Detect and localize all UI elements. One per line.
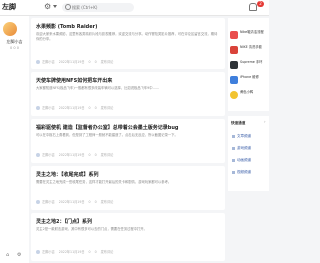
comment-link[interactable]: 发布评论 <box>101 153 114 157</box>
post-summary: 大家都知道NFS(极品飞车)一般都有很多改装车辆可以选择，比如说极品飞车9中…… <box>36 86 160 90</box>
comment-link[interactable]: 发布评论 <box>101 106 114 110</box>
site-logo[interactable]: 左脚 <box>2 2 16 12</box>
left-sidebar: 左脚小吉 0 0 0 ⌂ ⚙ <box>0 16 29 263</box>
username[interactable]: 左脚小吉 <box>0 39 29 45</box>
author-avatar <box>36 106 40 110</box>
post-card[interactable]: 灵主之地2：【门点】系列 灵主2是一款射击游戏，其中有很多可以去的门点，需要在任… <box>31 213 225 261</box>
quick-link-label[interactable]: 游戏频道 <box>237 146 251 150</box>
recommend-item[interactable]: NIKE 清洗手套 <box>230 45 268 57</box>
search-box[interactable] <box>62 3 134 12</box>
link-bullet-icon <box>232 158 235 162</box>
gear-icon[interactable]: ⚙ <box>44 2 51 11</box>
quick-link[interactable]: 游戏频道 <box>232 146 251 151</box>
right-sidebar: Nike鞋清洁流程 NIKE 清洗手套 Supreme 手环 iPhone 维修… <box>228 16 269 263</box>
bell-icon[interactable] <box>249 3 257 11</box>
product-thumbnail-icon <box>230 61 238 69</box>
like-count[interactable]: 0 <box>95 250 97 254</box>
post-author[interactable]: 左脚小吉 <box>42 153 55 157</box>
comment-link[interactable]: 发布评论 <box>101 60 114 64</box>
recommend-text[interactable]: Supreme 手环 <box>240 60 268 64</box>
search-icon <box>65 4 71 10</box>
post-meta: 左脚小吉 2022年11月19日 0 0 发布评论 <box>36 249 117 254</box>
post-title[interactable]: 福彩驱使机 建造【监督者办公室】总带着公会墨土版务记录bug <box>36 124 178 131</box>
comment-link[interactable]: 发布评论 <box>101 200 114 204</box>
link-bullet-icon <box>232 170 235 174</box>
post-card[interactable]: 天使车牌使用NFS如何把车开出来 大家都知道NFS(极品飞车)一般都有很多改装车… <box>31 72 225 116</box>
notification-badge: 2 <box>257 1 264 7</box>
user-stats: 0 0 0 <box>10 46 19 50</box>
chevron-down-icon[interactable] <box>53 5 57 8</box>
view-count: 0 <box>88 153 91 157</box>
post-card[interactable]: 福彩驱使机 建造【监督者办公室】总带着公会墨土版务记录bug 可以在中枢右上角看… <box>31 119 225 163</box>
post-title[interactable]: 水果频影 (Tomb Raider) <box>36 23 97 30</box>
post-summary: 需要在灵主之地完成一些收尾任务，这样才能打开最后的关卡和剧情，游戏玩家都可以参考… <box>36 180 172 184</box>
recommend-item[interactable]: Supreme 手环 <box>230 60 268 72</box>
quick-links-title: 快速通道 <box>231 121 246 125</box>
link-bullet-icon <box>232 146 235 150</box>
recommend-text[interactable]: Nike鞋清洁流程 <box>240 30 268 34</box>
author-avatar <box>36 200 40 204</box>
like-count[interactable]: 0 <box>95 153 97 157</box>
post-meta: 左脚小吉 2022年11月19日 0 0 发布评论 <box>36 152 117 157</box>
view-count: 0 <box>88 200 91 204</box>
link-bullet-icon <box>232 134 235 138</box>
view-count: 0 <box>88 60 91 64</box>
avatar[interactable] <box>3 22 17 36</box>
post-title[interactable]: 灵主之地2：【门点】系列 <box>36 218 92 225</box>
quick-link[interactable]: 文章频道 <box>232 134 251 139</box>
post-summary: 可以在中枢右上角看到，但是到了工程师一般就不能建造了。点击后无反应，所以截图记录… <box>36 133 178 137</box>
like-count[interactable]: 0 <box>95 106 97 110</box>
view-count: 0 <box>88 250 91 254</box>
post-date: 2022年11月19日 <box>58 153 85 157</box>
post-author[interactable]: 左脚小吉 <box>42 60 55 64</box>
recommend-text[interactable]: NIKE 清洗手套 <box>240 45 268 49</box>
author-avatar <box>36 250 40 254</box>
recommend-item[interactable]: 黄色小鸭 <box>230 90 268 102</box>
recommend-text[interactable]: iPhone 维修 <box>240 75 268 79</box>
product-thumbnail-icon <box>230 31 238 39</box>
author-avatar <box>36 153 40 157</box>
product-thumbnail-icon <box>230 46 238 54</box>
post-summary: 灵主2是一款射击游戏，其中有很多可以去的门点，需要在任务过程中打开。 <box>36 227 147 231</box>
like-count[interactable]: 0 <box>95 200 97 204</box>
post-date: 2022年11月19日 <box>58 200 85 204</box>
post-summary: 欢迎大家来水果频影，这里有各类精彩片段与影视推荐，欢迎交流与分享。动作冒险类影片… <box>36 32 218 41</box>
comment-link[interactable]: 发布评论 <box>101 250 114 254</box>
quick-link-label[interactable]: 文章频道 <box>237 134 251 138</box>
recommend-text[interactable]: 黄色小鸭 <box>240 90 268 94</box>
product-thumbnail-icon <box>230 76 238 84</box>
view-count: 0 <box>88 106 91 110</box>
post-meta: 左脚小吉 2022年11月19日 0 0 发布评论 <box>36 199 117 204</box>
post-date: 2022年11月19日 <box>58 250 85 254</box>
quick-links-panel: 快速通道 › 文章频道 游戏频道 动画频道 视频频道 <box>228 116 269 191</box>
post-date: 2022年11月19日 <box>58 106 85 110</box>
like-count[interactable]: 0 <box>95 60 97 64</box>
home-icon[interactable]: ⌂ <box>6 252 9 258</box>
author-avatar <box>36 60 40 64</box>
post-author[interactable]: 左脚小吉 <box>42 250 55 254</box>
post-card[interactable]: 水果频影 (Tomb Raider) 欢迎大家来水果频影，这里有各类精彩片段与影… <box>31 18 225 69</box>
post-meta: 左脚小吉 2022年11月19日 0 0 发布评论 <box>36 105 117 110</box>
quick-link-label[interactable]: 视频频道 <box>237 170 251 174</box>
quick-link-label[interactable]: 动画频道 <box>237 158 251 162</box>
top-bar: 左脚 ⚙ 2 <box>0 0 269 16</box>
post-title[interactable]: 天使车牌使用NFS如何把车开出来 <box>36 77 112 84</box>
post-date: 2022年11月19日 <box>58 60 85 64</box>
settings-icon[interactable]: ⚙ <box>17 252 21 258</box>
quick-link[interactable]: 动画频道 <box>232 158 251 163</box>
post-card[interactable]: 灵主之地：【收尾完成】系列 需要在灵主之地完成一些收尾任务，这样才能打开最后的关… <box>31 166 225 210</box>
recommend-panel: Nike鞋清洁流程 NIKE 清洗手套 Supreme 手环 iPhone 维修… <box>228 18 269 111</box>
post-author[interactable]: 左脚小吉 <box>42 200 55 204</box>
post-meta: 左脚小吉 2022年11月19日 0 0 发布评论 <box>36 59 117 64</box>
quick-link[interactable]: 视频频道 <box>232 170 251 175</box>
search-input[interactable] <box>72 3 132 12</box>
recommend-item[interactable]: Nike鞋清洁流程 <box>230 30 268 42</box>
duck-icon <box>230 91 238 99</box>
chevron-right-icon[interactable]: › <box>264 119 266 124</box>
recommend-item[interactable]: iPhone 维修 <box>230 75 268 87</box>
post-author[interactable]: 左脚小吉 <box>42 106 55 110</box>
post-title[interactable]: 灵主之地：【收尾完成】系列 <box>36 171 99 178</box>
